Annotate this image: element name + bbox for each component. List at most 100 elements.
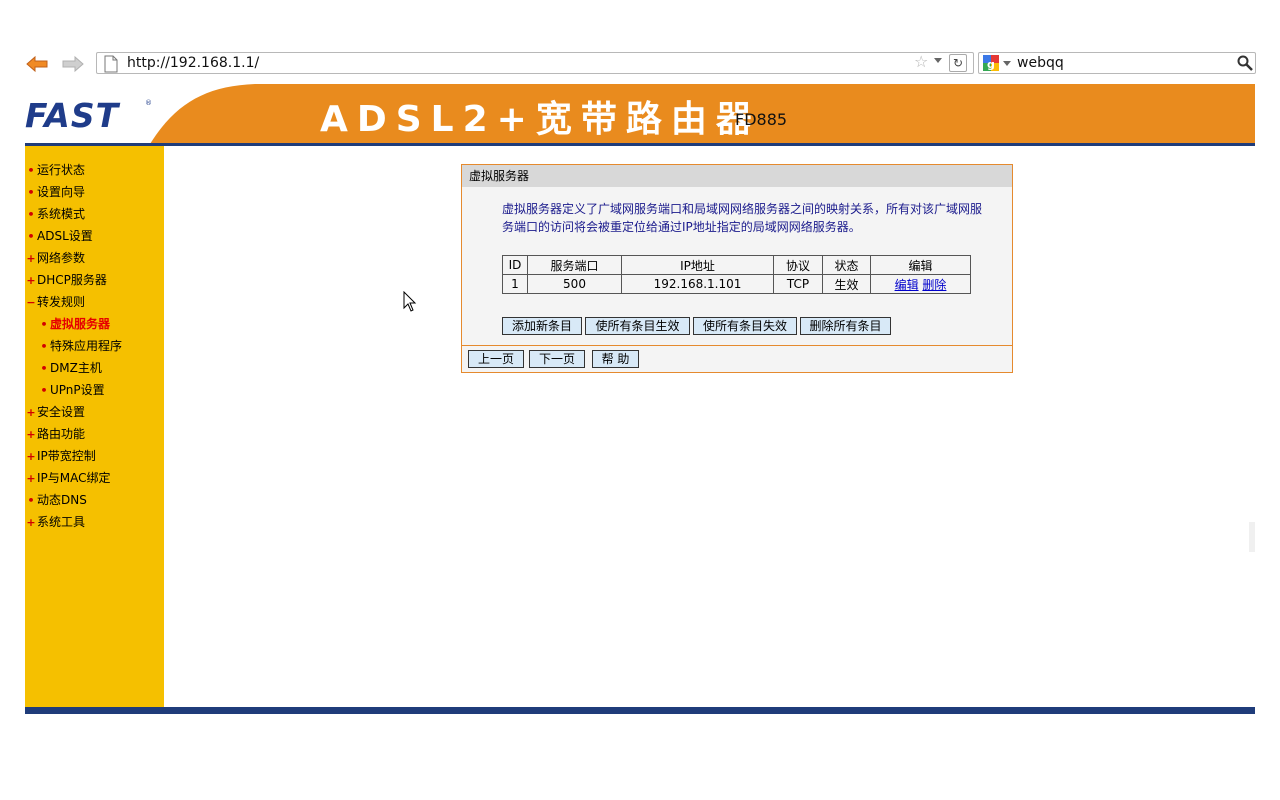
col-header-edit: 编辑 [870, 255, 971, 275]
sidebar-item[interactable]: • 动态DNS [25, 490, 87, 510]
help-button[interactable]: 帮 助 [592, 350, 639, 368]
sidebar-item-label: 转发规则 [37, 295, 86, 309]
sidebar-item[interactable]: • 特殊应用程序 [38, 336, 122, 356]
enable-all-button[interactable]: 使所有条目生效 [585, 317, 690, 335]
sidebar-item[interactable]: • 运行状态 [25, 160, 85, 180]
header-divider [25, 143, 1255, 146]
sidebar-item[interactable]: • DMZ主机 [38, 358, 102, 378]
bullet-icon: • [27, 230, 35, 243]
bullet-icon: • [40, 362, 48, 375]
virtual-server-panel: 虚拟服务器 虚拟服务器定义了广域网服务端口和局域网网络服务器之间的映射关系，所有… [461, 164, 1013, 373]
forward-button[interactable] [60, 53, 86, 75]
expand-plus-icon: + [26, 406, 36, 419]
sidebar-item-label: 设置向导 [37, 185, 86, 199]
edit-link[interactable]: 编辑 [895, 278, 919, 292]
search-engine-dropdown-icon[interactable] [1003, 61, 1011, 66]
scroll-indicator [1249, 522, 1255, 552]
router-header: FAST ® ADSL2+宽带路由器 FD885 [25, 84, 1255, 144]
model-name: FD885 [735, 110, 788, 129]
collapse-minus-icon: − [26, 296, 36, 309]
expand-plus-icon: + [26, 274, 36, 287]
bullet-icon: • [27, 208, 35, 221]
sidebar-item[interactable]: • 系统模式 [25, 204, 85, 224]
bullet-icon: • [27, 164, 35, 177]
back-button[interactable] [24, 53, 50, 75]
sidebar-item-label: 特殊应用程序 [50, 339, 123, 353]
cell-edit-actions: 编辑 删除 [870, 274, 971, 294]
col-header-ip: IP地址 [621, 255, 774, 275]
url-dropdown-icon[interactable] [934, 58, 942, 63]
sidebar-item[interactable]: • ADSL设置 [25, 226, 92, 246]
bookmark-star-icon[interactable]: ☆ [914, 54, 928, 70]
table-row: 1 500 192.168.1.101 TCP 生效 编辑 删除 [502, 274, 971, 294]
cell-id: 1 [502, 274, 528, 294]
mouse-cursor-icon [403, 291, 417, 312]
google-icon: g [983, 55, 999, 71]
sidebar-item[interactable]: −转发规则 [25, 292, 85, 312]
cell-protocol: TCP [773, 274, 823, 294]
expand-plus-icon: + [26, 450, 36, 463]
fast-logo: FAST [25, 96, 120, 135]
url-bar[interactable]: http://192.168.1.1/ [96, 52, 974, 74]
sidebar-item-label: 网络参数 [37, 251, 86, 265]
delete-all-button[interactable]: 删除所有条目 [800, 317, 891, 335]
add-entry-button[interactable]: 添加新条目 [502, 317, 582, 335]
sidebar-item[interactable]: • 设置向导 [25, 182, 85, 202]
expand-plus-icon: + [26, 516, 36, 529]
cell-port: 500 [527, 274, 622, 294]
forward-arrow-icon [62, 55, 84, 73]
next-page-button[interactable]: 下一页 [529, 350, 585, 368]
col-header-protocol: 协议 [773, 255, 823, 275]
sidebar-item-label: 路由功能 [37, 427, 86, 441]
search-bar[interactable]: g webqq [978, 52, 1256, 74]
registered-mark: ® [145, 99, 152, 107]
cell-ip: 192.168.1.101 [621, 274, 774, 294]
reload-icon[interactable]: ↻ [949, 54, 967, 72]
disable-all-button[interactable]: 使所有条目失效 [693, 317, 797, 335]
sidebar-item-label: 系统工具 [37, 515, 86, 529]
back-arrow-icon [26, 55, 48, 73]
sidebar-item-label: 虚拟服务器 [50, 317, 111, 331]
expand-plus-icon: + [26, 472, 36, 485]
search-icon[interactable] [1237, 55, 1253, 71]
sidebar-item-label: IP带宽控制 [37, 449, 96, 463]
sidebar-item-label: UPnP设置 [50, 383, 105, 397]
sidebar-item[interactable]: +安全设置 [25, 402, 85, 422]
browser-toolbar: http://192.168.1.1/ ☆ ↻ g webqq [0, 48, 1280, 82]
bullet-icon: • [40, 318, 48, 331]
table-header-row: ID 服务端口 IP地址 协议 状态 编辑 [502, 255, 971, 275]
sidebar-item[interactable]: +DHCP服务器 [25, 270, 107, 290]
page-icon [104, 55, 118, 73]
bullet-icon: • [40, 384, 48, 397]
footer-divider [25, 707, 1255, 714]
prev-page-button[interactable]: 上一页 [468, 350, 524, 368]
sidebar-item-label: 动态DNS [37, 493, 87, 507]
sidebar-item-label: DMZ主机 [50, 361, 102, 375]
panel-title: 虚拟服务器 [462, 165, 1012, 187]
sidebar-item[interactable]: +路由功能 [25, 424, 85, 444]
sidebar-item-label: 运行状态 [37, 163, 86, 177]
cell-status: 生效 [822, 274, 871, 294]
sidebar-item[interactable]: • UPnP设置 [38, 380, 105, 400]
sidebar-item[interactable]: +网络参数 [25, 248, 85, 268]
virtual-server-table: ID 服务端口 IP地址 协议 状态 编辑 1 500 192.168.1.10… [502, 255, 971, 294]
delete-link[interactable]: 删除 [922, 278, 946, 292]
bullet-icon: • [40, 340, 48, 353]
expand-plus-icon: + [26, 252, 36, 265]
bullet-icon: • [27, 494, 35, 507]
sidebar-item[interactable]: +IP带宽控制 [25, 446, 96, 466]
col-header-id: ID [502, 255, 528, 275]
panel-separator [462, 345, 1012, 346]
page-title: ADSL2+宽带路由器 [320, 99, 761, 140]
url-text: http://192.168.1.1/ [127, 55, 260, 71]
col-header-port: 服务端口 [527, 255, 622, 275]
col-header-status: 状态 [822, 255, 871, 275]
sidebar-item-label: 系统模式 [37, 207, 86, 221]
bullet-icon: • [27, 186, 35, 199]
sidebar-item[interactable]: +系统工具 [25, 512, 85, 532]
sidebar-item[interactable]: • 虚拟服务器 [38, 314, 110, 334]
svg-text:g: g [987, 58, 995, 71]
search-input[interactable]: webqq [1017, 55, 1064, 71]
sidebar-item[interactable]: +IP与MAC绑定 [25, 468, 110, 488]
sidebar-item-label: 安全设置 [37, 405, 86, 419]
